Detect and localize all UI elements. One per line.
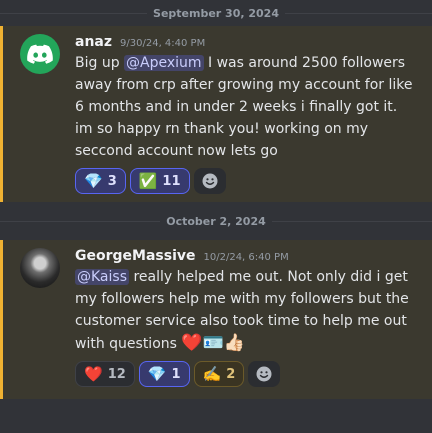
gem-icon: 💎 [84,172,103,190]
username[interactable]: GeorgeMassive [75,248,196,264]
date-divider: October 2, 2024 [0,202,432,240]
id-card-icon: 🪪 [202,333,224,353]
date-divider-label: October 2, 2024 [160,214,272,228]
date-divider: September 30, 2024 [0,0,432,26]
thumbs-up-icon: 👍🏻 [223,333,245,353]
username[interactable]: anaz [75,34,112,50]
message-content: Big up @Apexium I was around 2500 follow… [75,52,418,162]
reaction-gem[interactable]: 💎 3 [75,168,126,194]
reaction-count: 2 [226,366,236,382]
date-divider-label: September 30, 2024 [147,6,285,20]
message-text: Big up [75,55,125,71]
user-mention[interactable]: @Kaiss [75,269,129,285]
message[interactable]: anaz 9/30/24, 4:40 PM Big up @Apexium I … [0,26,432,202]
timestamp: 10/2/24, 6:40 PM [203,252,289,263]
message-header: GeorgeMassive 10/2/24, 6:40 PM [75,248,418,264]
message-header: anaz 9/30/24, 4:40 PM [75,34,418,50]
reaction-writing-hand[interactable]: ✍️ 2 [193,361,245,387]
user-avatar[interactable] [20,248,60,288]
heart-icon: ❤️ [84,365,103,383]
check-mark-icon: ✅ [138,172,158,190]
writing-hand-icon: ✍️ [202,365,222,383]
discord-logo-icon [27,44,53,64]
add-reaction-button[interactable] [248,361,281,387]
reaction-count: 12 [107,366,126,382]
heart-icon: ❤️ [181,333,203,353]
reaction-count: 11 [162,173,181,189]
gem-icon: 💎 [147,365,167,383]
timestamp: 9/30/24, 4:40 PM [120,38,206,49]
reaction-check-mark[interactable]: ✅ 11 [129,168,190,194]
message[interactable]: GeorgeMassive 10/2/24, 6:40 PM @Kaiss re… [0,240,432,399]
message-content: @Kaiss really helped me out. Not only di… [75,266,418,355]
reaction-count: 3 [107,173,117,189]
chat-log: September 30, 2024 anaz 9/30/24, 4:40 PM… [0,0,432,399]
smiley-icon [202,173,218,189]
reaction-count: 1 [171,366,181,382]
add-reaction-button[interactable] [193,168,226,194]
user-mention[interactable]: @Apexium [124,55,204,71]
reaction-gem[interactable]: 💎 1 [138,361,190,387]
smiley-icon [256,366,272,382]
reaction-heart[interactable]: ❤️ 12 [75,361,135,387]
reaction-bar: ❤️ 12 💎 1 ✍️ 2 [75,361,418,387]
discord-logo-avatar[interactable] [20,34,60,74]
reaction-bar: 💎 3 ✅ 11 [75,168,418,194]
